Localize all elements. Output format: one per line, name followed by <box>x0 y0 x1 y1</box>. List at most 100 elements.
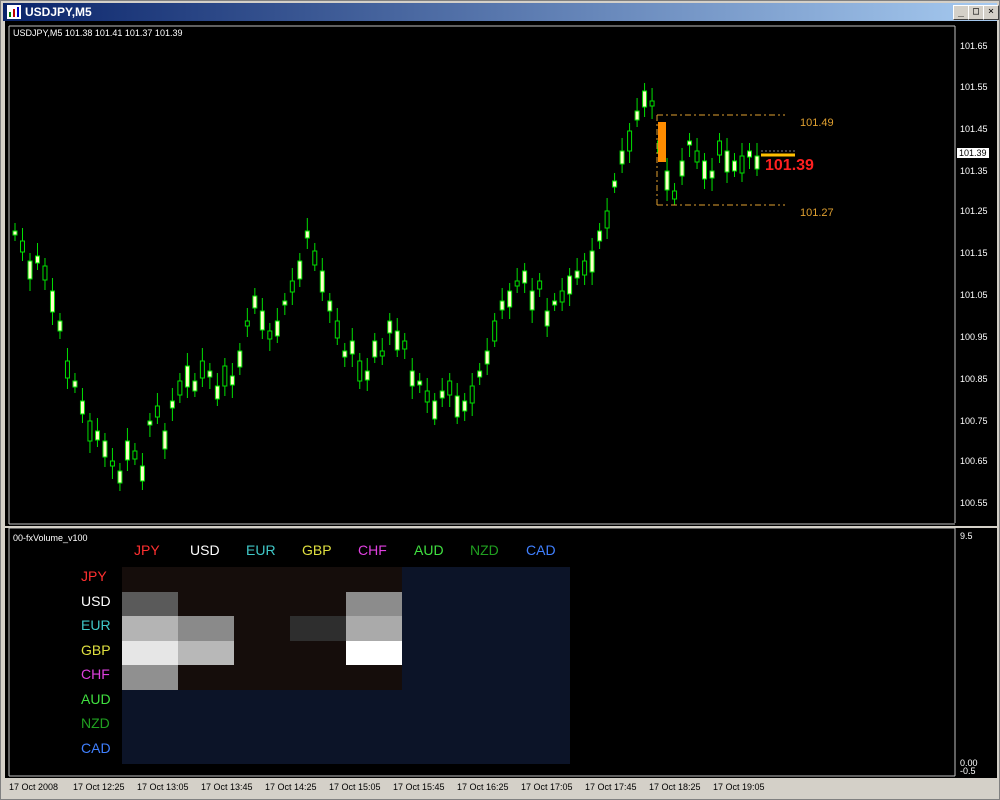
candle-body <box>709 170 715 179</box>
candle-body <box>559 290 565 303</box>
matrix-cell <box>458 738 514 764</box>
matrix-cell <box>514 738 570 764</box>
candle-body <box>282 300 288 306</box>
candle-body <box>717 140 723 156</box>
price-tick-label: 101.15 <box>960 248 988 258</box>
candle-body <box>469 385 475 404</box>
candle-body <box>34 255 40 264</box>
matrix-cell <box>234 714 290 739</box>
matrix-cell <box>346 738 402 764</box>
candle-body <box>162 430 168 450</box>
candle-body <box>649 100 655 107</box>
candle-body <box>574 270 580 279</box>
price-tick-label: 101.45 <box>960 124 988 134</box>
candle-body <box>432 400 438 420</box>
candle-body <box>537 280 543 290</box>
candle-body <box>184 365 190 388</box>
candle-body <box>454 395 460 418</box>
candle-body <box>387 320 393 334</box>
time-tick-label: 17 Oct 17:05 <box>521 782 573 792</box>
candle-body <box>147 420 153 426</box>
row-label-cad: CAD <box>81 739 111 756</box>
candle-body <box>477 370 483 378</box>
matrix-cell <box>346 567 402 592</box>
candle-body <box>484 350 490 365</box>
row-label-usd: USD <box>81 592 111 609</box>
indicator-scale-bottom: -0.5 <box>960 766 976 776</box>
candle-body <box>12 230 18 236</box>
time-tick-label: 17 Oct 2008 <box>9 782 59 792</box>
title-bar[interactable]: USDJPY,M5 _ □ × <box>3 3 999 21</box>
candle-body <box>27 260 33 280</box>
column-label-cad: CAD <box>526 542 556 558</box>
candlestick-chart[interactable] <box>5 21 997 526</box>
candle-body <box>552 300 558 306</box>
candle-body <box>312 250 318 266</box>
range-high-label: 101.49 <box>800 117 834 129</box>
chart-window: USDJPY,M5 _ □ × USDJPY,M5 101.38 101.41 … <box>0 0 1000 800</box>
candle-body <box>124 440 130 461</box>
column-label-nzd: NZD <box>470 542 499 558</box>
matrix-cell <box>346 714 402 739</box>
candle-body <box>297 260 303 280</box>
matrix-cell <box>290 640 346 666</box>
candle-body <box>507 290 513 308</box>
candle-body <box>529 290 535 311</box>
candle-body <box>619 150 625 165</box>
candle-body <box>604 210 610 229</box>
matrix-cell <box>290 738 346 764</box>
matrix-cell <box>514 616 570 641</box>
window-title: USDJPY,M5 <box>25 5 92 19</box>
candle-body <box>664 170 670 191</box>
indicator-scale-top: 9.5 <box>960 531 973 541</box>
maximize-button[interactable]: □ <box>968 5 984 20</box>
indicator-pane[interactable]: 00-fxVolume_v100 9.5 0.00 -0.5 JPY USD EUR… <box>5 528 997 778</box>
minimize-button[interactable]: _ <box>953 5 969 20</box>
candle-body <box>544 310 550 327</box>
matrix-cell <box>458 567 514 592</box>
candle-body <box>94 430 100 441</box>
candle-body <box>342 350 348 358</box>
matrix-cell <box>346 665 402 690</box>
matrix-cell <box>290 689 346 715</box>
matrix-cell <box>346 640 402 666</box>
candle-body <box>117 470 123 484</box>
candle-body <box>379 350 385 357</box>
matrix-cell <box>346 616 402 641</box>
matrix-cell <box>402 689 458 715</box>
row-label-chf: CHF <box>81 666 110 682</box>
close-button[interactable]: × <box>983 5 999 20</box>
candle-body <box>267 330 273 340</box>
candle-body <box>582 260 588 276</box>
price-chart-pane[interactable]: USDJPY,M5 101.38 101.41 101.37 101.39 10… <box>5 21 997 526</box>
candle-body <box>409 370 415 387</box>
matrix-cell <box>178 714 234 739</box>
matrix-cell <box>178 616 234 641</box>
matrix-cell <box>122 714 178 739</box>
chart-header: USDJPY,M5 101.38 101.41 101.37 101.39 <box>13 28 183 38</box>
candle-body <box>687 140 693 146</box>
candle-body <box>402 340 408 350</box>
candle-body <box>192 380 198 392</box>
candle-body <box>229 375 235 386</box>
candle-body <box>222 365 228 387</box>
matrix-cell <box>514 689 570 715</box>
candle-body <box>72 380 78 388</box>
candle-body <box>724 150 730 173</box>
candle-body <box>244 320 250 327</box>
candle-body <box>207 370 213 378</box>
candle-body <box>499 300 505 311</box>
matrix-cell <box>122 665 178 690</box>
volume-spike-bar <box>658 122 666 162</box>
matrix-cell <box>290 616 346 641</box>
matrix-cell <box>514 591 570 617</box>
matrix-cell <box>122 591 178 617</box>
row-label-gbp: GBP <box>81 641 111 658</box>
time-tick-label: 17 Oct 15:45 <box>393 782 445 792</box>
candle-body <box>169 400 175 409</box>
candle-body <box>672 190 678 200</box>
time-tick-label: 17 Oct 14:25 <box>265 782 317 792</box>
row-label-nzd: NZD <box>81 715 110 731</box>
candle-body <box>102 440 108 458</box>
candle-body <box>462 400 468 412</box>
